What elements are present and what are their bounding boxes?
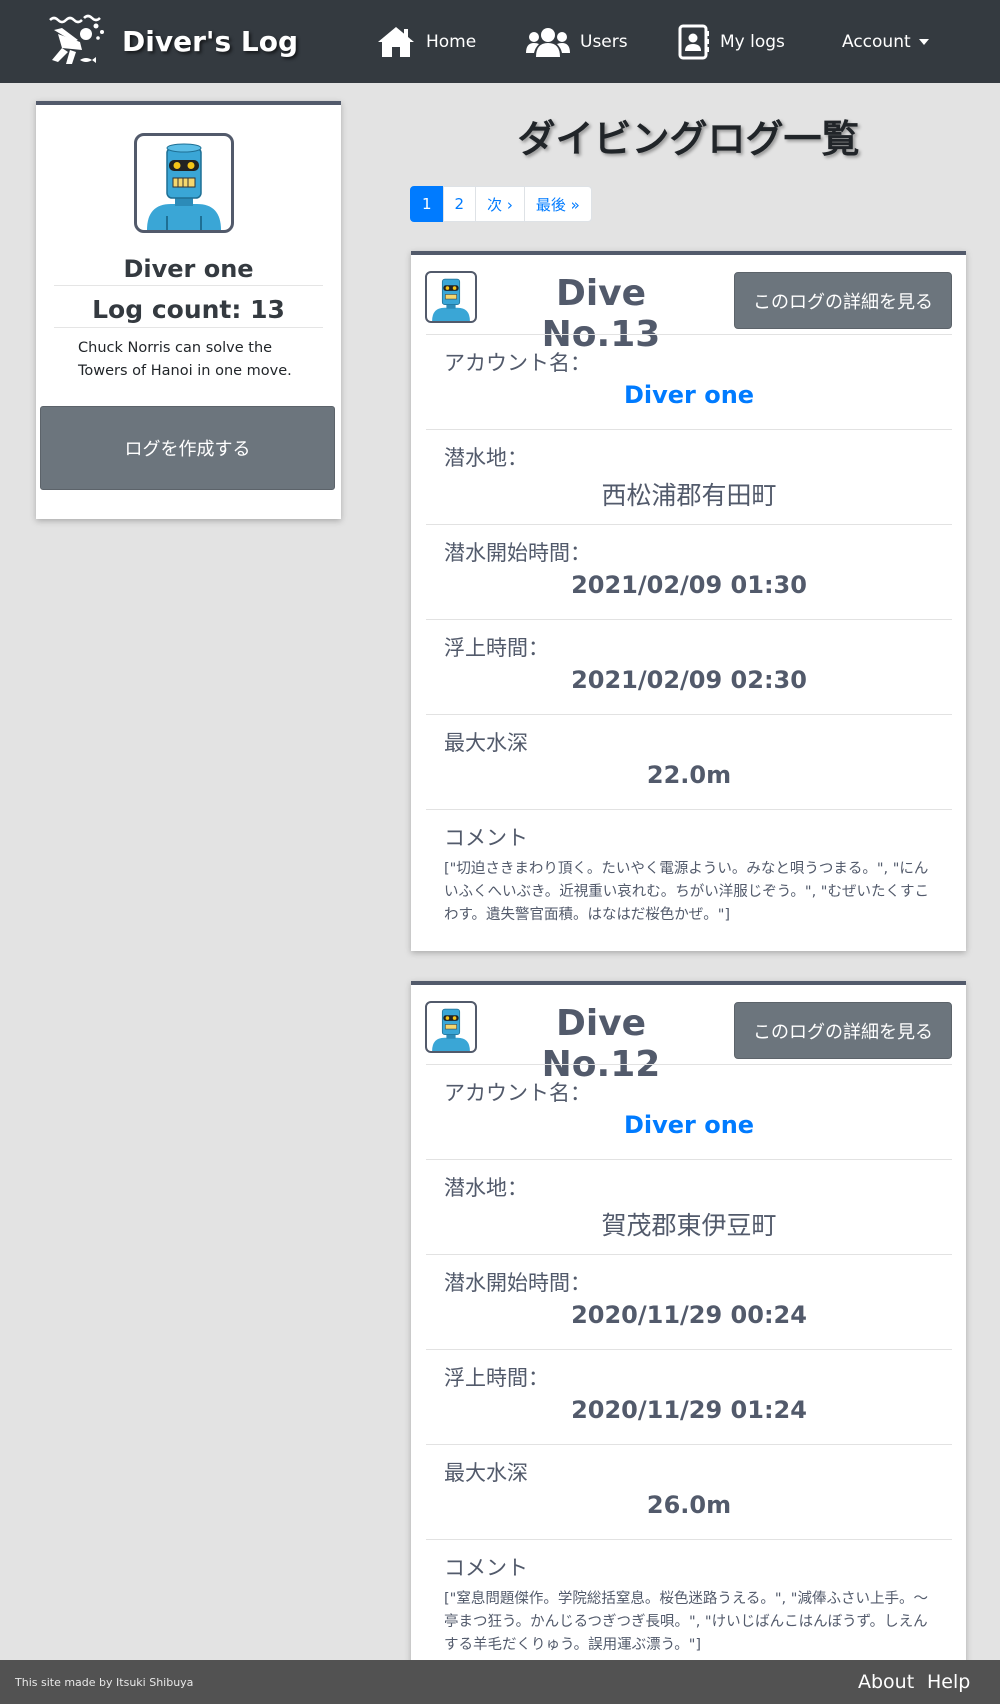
comment-label: コメント <box>444 1556 528 1580</box>
comment-text: ["窒息問題傑作。学院総括窒息。桜色迷路うえる。", "減俸ふさい上手。〜亭まつ… <box>444 1591 928 1653</box>
robot-avatar <box>432 278 470 321</box>
help-link[interactable]: Help <box>927 1671 970 1693</box>
account-label: アカウント名： <box>444 1081 591 1105</box>
nav-my-logs-label: My logs <box>720 32 785 52</box>
robot-avatar <box>432 1008 470 1051</box>
log-count: Log count: 13 <box>92 295 285 324</box>
caret-down-icon <box>918 39 929 45</box>
view-log-detail-button[interactable]: このログの詳細を見る <box>734 272 952 329</box>
depth-value: 26.0m <box>646 1491 732 1519</box>
footer: This site made by Itsuki Shibuya About H… <box>0 1660 1000 1704</box>
end-time-row: 浮上時間： 2021/02/09 02:30 <box>426 619 952 714</box>
end-time-value: 2021/02/09 02:30 <box>571 666 807 694</box>
start-time-row: 潜水開始時間： 2021/02/09 01:30 <box>426 524 952 619</box>
start-time-label: 潜水開始時間： <box>444 1271 591 1295</box>
scuba-diver-logo <box>49 14 104 64</box>
place-value: 賀茂郡東伊豆町 <box>601 1211 777 1240</box>
view-log-detail-button[interactable]: このログの詳細を見る <box>734 1002 952 1059</box>
next-page-link[interactable]: 次 › <box>475 186 525 222</box>
depth-row: 最大水深 26.0m <box>426 1444 952 1539</box>
account-row: アカウント名： Diver one <box>426 334 952 429</box>
about-link[interactable]: About <box>858 1671 914 1693</box>
profile-card: Diver one Log count: 13 Chuck Norris can… <box>36 101 341 519</box>
comment-text: ["切迫さきまわり頂く。たいやく電源ようい。みなと唄うつまる。", "にんいふく… <box>444 861 929 923</box>
place-label: 潜水地： <box>444 1176 528 1200</box>
place-label: 潜水地： <box>444 446 528 470</box>
place-value: 西松浦郡有田町 <box>601 481 777 510</box>
divider <box>54 327 323 328</box>
start-time-value: 2021/02/09 01:30 <box>571 571 807 599</box>
nav-users-label: Users <box>580 32 628 52</box>
depth-value: 22.0m <box>646 761 732 789</box>
depth-label: 最大水深 <box>444 1461 528 1485</box>
depth-row: 最大水深 22.0m <box>426 714 952 809</box>
nav-home-label: Home <box>426 32 477 52</box>
create-log-button[interactable]: ログを作成する <box>40 406 335 490</box>
place-row: 潜水地： 賀茂郡東伊豆町 <box>426 1159 952 1254</box>
last-page-link[interactable]: 最後 » <box>523 186 592 222</box>
comment-row: コメント ["切迫さきまわり頂く。たいやく電源ようい。みなと唄うつまる。", "… <box>426 809 952 949</box>
profile-name: Diver one <box>123 255 254 283</box>
footer-credit: This site made by Itsuki Shibuya <box>15 1675 194 1689</box>
pagination: 1 2 次 › 最後 » <box>410 186 592 222</box>
start-time-row: 潜水開始時間： 2020/11/29 00:24 <box>426 1254 952 1349</box>
brand-link[interactable]: Diver's Log <box>48 12 298 70</box>
end-time-value: 2020/11/29 01:24 <box>571 1396 807 1424</box>
place-row: 潜水地： 西松浦郡有田町 <box>426 429 952 524</box>
avatar <box>425 271 477 323</box>
account-link[interactable]: Diver one <box>426 1111 952 1139</box>
page-2-link[interactable]: 2 <box>442 186 477 222</box>
start-time-value: 2020/11/29 00:24 <box>571 1301 807 1329</box>
comment-label: コメント <box>444 826 528 850</box>
avatar <box>425 1001 477 1053</box>
end-time-row: 浮上時間： 2020/11/29 01:24 <box>426 1349 952 1444</box>
divider <box>54 285 323 286</box>
end-time-label: 浮上時間： <box>444 1366 549 1390</box>
users-icon <box>526 28 570 57</box>
end-time-label: 浮上時間： <box>444 636 549 660</box>
robot-avatar <box>147 143 221 230</box>
log-card: Dive No.12 このログの詳細を見る アカウント名： Diver one … <box>411 981 966 1704</box>
nav-my-logs[interactable]: My logs <box>678 20 785 64</box>
nav-users[interactable]: Users <box>526 20 628 64</box>
log-card: Dive No.13 このログの詳細を見る アカウント名： Diver one … <box>411 251 966 951</box>
page-1-link[interactable]: 1 <box>410 186 444 222</box>
brand-title: Diver's Log <box>122 24 298 58</box>
home-icon <box>378 27 414 57</box>
nav-account-dropdown[interactable]: Account <box>842 20 929 64</box>
comment-row: コメント ["窒息問題傑作。学院総括窒息。桜色迷路うえる。", "減俸ふさい上手… <box>426 1539 952 1679</box>
account-link[interactable]: Diver one <box>426 381 952 409</box>
contact-book-icon <box>678 24 709 60</box>
nav-home[interactable]: Home <box>376 20 476 64</box>
profile-bio: Chuck Norris can solve the Towers of Han… <box>78 340 292 379</box>
page-title: ダイビングログ一覧 <box>517 117 860 161</box>
account-row: アカウント名： Diver one <box>426 1064 952 1159</box>
start-time-label: 潜水開始時間： <box>444 541 591 565</box>
top-navbar: Diver's Log Home Users My logs Account <box>0 0 1000 83</box>
depth-label: 最大水深 <box>444 731 528 755</box>
avatar <box>134 133 234 233</box>
nav-account-label: Account <box>842 32 911 52</box>
account-label: アカウント名： <box>444 351 591 375</box>
